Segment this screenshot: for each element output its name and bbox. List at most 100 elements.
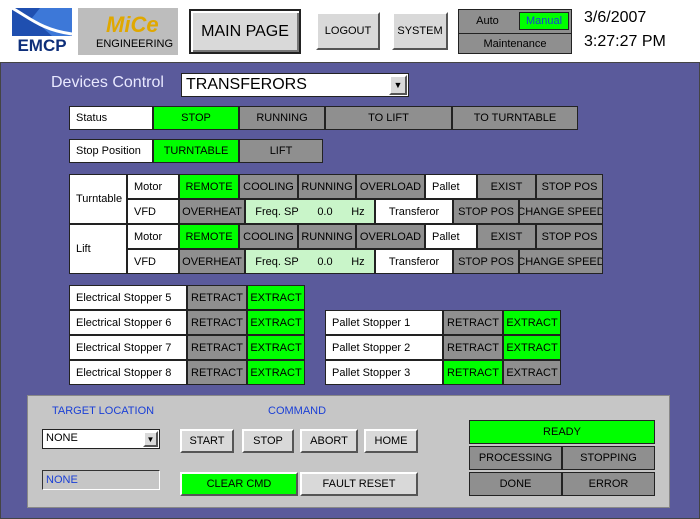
start-button[interactable]: START <box>180 429 234 453</box>
done-indicator: DONE <box>469 472 562 496</box>
target-display: NONE <box>42 470 160 490</box>
stop-position-lift: LIFT <box>239 139 323 163</box>
turntable-vfd-overheat: OVERHEAT <box>179 199 245 224</box>
lift-vfd-label: VFD <box>127 249 179 274</box>
turntable-motor-running: RUNNING <box>298 174 356 199</box>
turntable-freq-unit: Hz <box>351 205 365 218</box>
turntable-freq-value: 0.0 <box>317 205 333 218</box>
electrical-stopper-retract: RETRACT <box>187 335 247 360</box>
error-indicator: ERROR <box>562 472 655 496</box>
lift-freq-label: Freq. SP <box>255 255 299 268</box>
ready-indicator: READY <box>469 420 655 444</box>
pallet-stopper-retract: RETRACT <box>443 335 503 360</box>
pallet-stopper-extract: EXTRACT <box>503 360 561 385</box>
mode-panel: Auto Manual Maintenance <box>458 9 572 54</box>
electrical-stopper-label: Electrical Stopper 8 <box>69 360 187 385</box>
system-button[interactable]: SYSTEM <box>392 12 448 50</box>
devices-select-value: TRANSFERORS <box>186 76 307 93</box>
lift-transferor-change-speed: CHANGE SPEED <box>519 249 603 274</box>
lift-transferor-stop-pos: STOP POS <box>453 249 519 274</box>
pallet-stopper-retract: RETRACT <box>443 310 503 335</box>
fault-reset-button[interactable]: FAULT RESET <box>300 472 418 496</box>
date-display: 3/6/2007 <box>584 9 647 26</box>
electrical-stopper-extract: EXTRACT <box>247 335 305 360</box>
pallet-stopper-label: Pallet Stopper 3 <box>325 360 443 385</box>
lift-vfd-overheat: OVERHEAT <box>179 249 245 274</box>
lift-transferor-label: Transferor <box>375 249 453 274</box>
processing-indicator: PROCESSING <box>469 446 562 470</box>
lift-pallet-label: Pallet <box>425 224 477 249</box>
lift-freq-value: 0.0 <box>317 255 333 268</box>
home-button[interactable]: HOME <box>364 429 418 453</box>
status-running: RUNNING <box>239 106 325 130</box>
lift-motor-running: RUNNING <box>298 224 356 249</box>
turntable-motor-remote: REMOTE <box>179 174 239 199</box>
target-display-value: NONE <box>46 474 78 486</box>
electrical-stopper-extract: EXTRACT <box>247 310 305 335</box>
electrical-stopper-label: Electrical Stopper 6 <box>69 310 187 335</box>
turntable-motor-overload: OVERLOAD <box>356 174 425 199</box>
mode-auto[interactable]: Auto <box>459 10 516 32</box>
emcp-logo: EMCP <box>11 6 73 55</box>
turntable-transferor-stop-pos: STOP POS <box>453 199 519 224</box>
lift-label: Lift <box>69 224 127 274</box>
lift-freq-unit: Hz <box>351 255 365 268</box>
main-page-button[interactable]: MAIN PAGE <box>189 9 301 54</box>
electrical-stopper-label: Electrical Stopper 7 <box>69 335 187 360</box>
turntable-motor-cooling: COOLING <box>239 174 298 199</box>
turntable-motor-label: Motor <box>127 174 179 199</box>
mode-maintenance[interactable]: Maintenance <box>459 33 571 53</box>
stop-position-turntable: TURNTABLE <box>153 139 239 163</box>
lift-motor-remote: REMOTE <box>179 224 239 249</box>
lift-motor-overload: OVERLOAD <box>356 224 425 249</box>
status-to-lift: TO LIFT <box>325 106 452 130</box>
devices-select[interactable]: TRANSFERORS ▼ <box>181 73 409 97</box>
pallet-stopper-extract: EXTRACT <box>503 310 561 335</box>
turntable-label: Turntable <box>69 174 127 224</box>
turntable-pallet-stop-pos: STOP POS <box>536 174 603 199</box>
chevron-down-icon[interactable]: ▼ <box>389 75 407 95</box>
status-label: Status <box>69 106 153 130</box>
mice-logo-text: MiCe <box>106 12 159 37</box>
logout-button[interactable]: LOGOUT <box>316 12 380 50</box>
pallet-stopper-extract: EXTRACT <box>503 335 561 360</box>
status-stop: STOP <box>153 106 239 130</box>
turntable-transferor-change-speed: CHANGE SPEED <box>519 199 603 224</box>
lift-motor-cooling: COOLING <box>239 224 298 249</box>
pallet-stopper-retract: RETRACT <box>443 360 503 385</box>
lift-motor-label: Motor <box>127 224 179 249</box>
command-panel: TARGET LOCATION NONE ▼ NONE COMMAND STAR… <box>27 395 670 508</box>
target-location-value: NONE <box>46 432 78 444</box>
stopping-indicator: STOPPING <box>562 446 655 470</box>
lift-pallet-stop-pos: STOP POS <box>536 224 603 249</box>
turntable-pallet-label: Pallet <box>425 174 477 199</box>
turntable-pallet-exist: EXIST <box>477 174 536 199</box>
clear-cmd-button[interactable]: CLEAR CMD <box>180 472 298 496</box>
status-to-turntable: TO TURNTABLE <box>452 106 578 130</box>
chevron-down-icon[interactable]: ▼ <box>143 431 158 447</box>
abort-button[interactable]: ABORT <box>300 429 358 453</box>
stop-button[interactable]: STOP <box>242 429 294 453</box>
command-label: COMMAND <box>268 405 327 417</box>
lift-pallet-exist: EXIST <box>477 224 536 249</box>
turntable-transferor-label: Transferor <box>375 199 453 224</box>
pallet-stopper-label: Pallet Stopper 2 <box>325 335 443 360</box>
stop-position-label: Stop Position <box>69 139 153 163</box>
time-display: 3:27:27 PM <box>584 33 666 50</box>
electrical-stopper-label: Electrical Stopper 5 <box>69 285 187 310</box>
electrical-stopper-retract: RETRACT <box>187 310 247 335</box>
mode-manual[interactable]: Manual <box>519 12 569 30</box>
turntable-freq-sp: Freq. SP 0.0 Hz <box>245 199 375 224</box>
target-location-select[interactable]: NONE ▼ <box>42 429 160 449</box>
turntable-freq-label: Freq. SP <box>255 205 299 218</box>
electrical-stopper-retract: RETRACT <box>187 285 247 310</box>
electrical-stopper-retract: RETRACT <box>187 360 247 385</box>
electrical-stopper-extract: EXTRACT <box>247 360 305 385</box>
pallet-stopper-label: Pallet Stopper 1 <box>325 310 443 335</box>
header: EMCP MiCe ENGINEERING MAIN PAGE LOGOUT S… <box>0 0 700 62</box>
electrical-stopper-extract: EXTRACT <box>247 285 305 310</box>
engineering-text: ENGINEERING <box>96 38 174 50</box>
target-location-label: TARGET LOCATION <box>52 405 155 417</box>
devices-control-title: Devices Control <box>51 74 164 91</box>
lift-freq-sp: Freq. SP 0.0 Hz <box>245 249 375 274</box>
